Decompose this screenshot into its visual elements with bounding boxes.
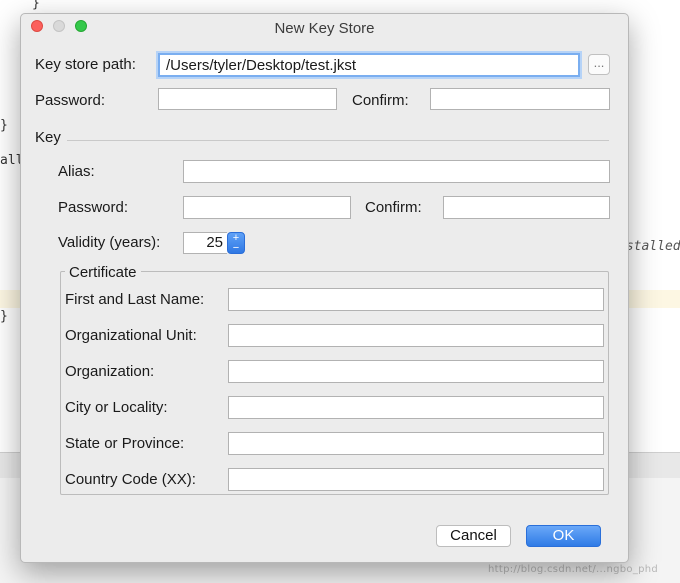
- organization-label: Organization:: [65, 363, 155, 380]
- title-bar: New Key Store: [21, 14, 628, 42]
- code-brace: }: [32, 0, 40, 11]
- alias-label: Alias:: [58, 163, 95, 180]
- first-last-name-input[interactable]: [228, 288, 604, 311]
- city-locality-label: City or Locality:: [65, 399, 168, 416]
- key-separator: [67, 140, 609, 141]
- decrement-icon[interactable]: −: [228, 243, 244, 254]
- key-password-label: Password:: [58, 199, 129, 216]
- dialog-title: New Key Store: [274, 20, 375, 37]
- alias-input[interactable]: [183, 160, 610, 183]
- validity-input[interactable]: 25: [183, 232, 227, 254]
- country-code-input[interactable]: [228, 468, 604, 491]
- city-locality-input[interactable]: [228, 396, 604, 419]
- code-brace: }: [0, 118, 8, 133]
- browse-button[interactable]: ...: [588, 54, 610, 75]
- new-key-store-dialog: New Key Store Key store path: ... Passwo…: [20, 13, 629, 563]
- key-store-path-label: Key store path:: [35, 56, 136, 73]
- key-password-input[interactable]: [183, 196, 351, 219]
- password-label: Password:: [35, 92, 106, 109]
- state-province-input[interactable]: [228, 432, 604, 455]
- organizational-unit-input[interactable]: [228, 324, 604, 347]
- key-section-label: Key: [35, 129, 61, 146]
- key-store-path-input[interactable]: [158, 53, 580, 77]
- code-brace: }: [0, 309, 8, 324]
- cancel-button[interactable]: Cancel: [436, 525, 511, 547]
- key-confirm-input[interactable]: [443, 196, 610, 219]
- confirm-label: Confirm:: [352, 92, 409, 109]
- password-input[interactable]: [158, 88, 337, 110]
- first-last-name-label: First and Last Name:: [65, 291, 205, 308]
- confirm-input[interactable]: [430, 88, 610, 110]
- validity-stepper[interactable]: + −: [227, 232, 245, 254]
- certificate-legend: Certificate: [65, 264, 141, 281]
- watermark: http://blog.csdn.net/...ngbo_phd: [488, 564, 659, 575]
- country-code-label: Country Code (XX):: [65, 471, 196, 488]
- organizational-unit-label: Organizational Unit:: [65, 327, 197, 344]
- organization-input[interactable]: [228, 360, 604, 383]
- ok-button[interactable]: OK: [526, 525, 601, 547]
- validity-label: Validity (years):: [58, 234, 161, 251]
- key-confirm-label: Confirm:: [365, 199, 422, 216]
- state-province-label: State or Province:: [65, 435, 185, 452]
